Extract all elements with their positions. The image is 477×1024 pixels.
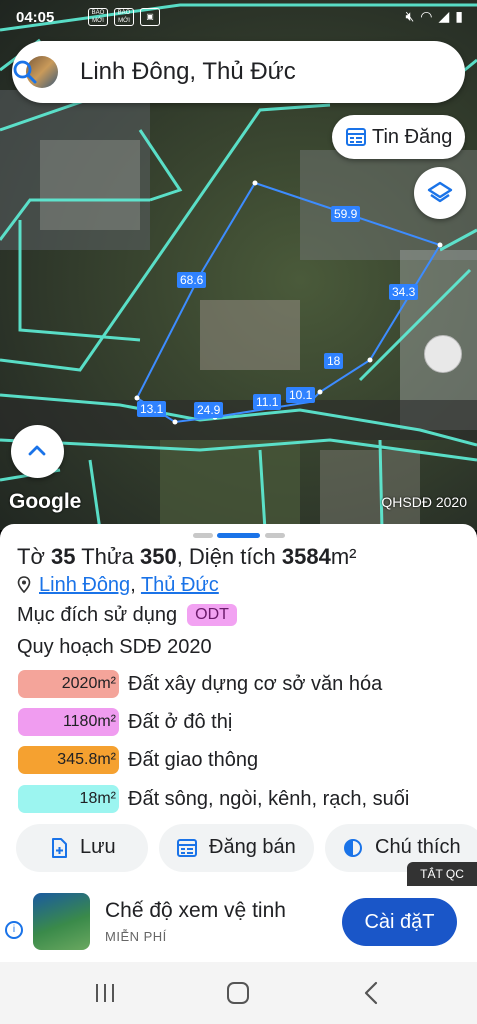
save-label: Lưu bbox=[80, 836, 116, 858]
status-time: 04:05 bbox=[16, 9, 55, 26]
close-ad-button[interactable]: TẮT QC bbox=[407, 862, 477, 886]
system-nav-bar bbox=[0, 962, 477, 1024]
dimension-label: 34.3 bbox=[389, 284, 419, 300]
image-icon: ▣ bbox=[140, 8, 160, 26]
tin-dang-button[interactable]: Tin Đăng bbox=[332, 115, 465, 159]
signal-icon: ◢ bbox=[438, 8, 450, 24]
district-link[interactable]: Thủ Đức bbox=[141, 574, 219, 596]
ad-price: MIỄN PHÍ bbox=[105, 929, 167, 944]
map-layer-name: QHSDĐ 2020 bbox=[381, 494, 467, 510]
sheet-handle-active[interactable] bbox=[217, 533, 260, 538]
save-file-icon bbox=[52, 838, 67, 858]
satellite-map[interactable]: 59.9 68.6 34.3 18 10.1 11.1 24.9 13.1 04… bbox=[0, 0, 477, 530]
post-sale-button[interactable]: Đăng bán bbox=[159, 824, 314, 872]
back-icon[interactable] bbox=[357, 980, 387, 1006]
zone-description: Đất giao thông bbox=[128, 749, 259, 771]
dimension-label: 59.9 bbox=[331, 206, 361, 222]
zone-description: Đất ở đô thị bbox=[128, 711, 233, 733]
google-logo: Google bbox=[9, 490, 82, 513]
battery-icon: ▮ bbox=[455, 8, 463, 24]
home-icon[interactable] bbox=[223, 980, 253, 1006]
zone-description: Đất xây dựng cơ sở văn hóa bbox=[128, 673, 383, 695]
land-use-code-badge: ODT bbox=[187, 604, 237, 626]
zone-description: Đất sông, ngòi, kênh, rạch, suối bbox=[128, 788, 410, 810]
ward-link[interactable]: Linh Đông bbox=[39, 574, 130, 596]
search-icon[interactable] bbox=[12, 59, 38, 85]
ad-info-icon[interactable]: i bbox=[5, 921, 23, 939]
save-button[interactable]: Lưu bbox=[16, 824, 148, 872]
zone-area-chip: 1180m² bbox=[18, 708, 119, 736]
install-button[interactable]: Cài đặT bbox=[342, 898, 457, 946]
map-drag-handle[interactable] bbox=[424, 335, 462, 373]
ad-app-name[interactable]: Chế độ xem vệ tinh bbox=[105, 899, 286, 923]
listing-icon bbox=[346, 128, 366, 146]
status-bar: 04:05 BÁO MỚI BÁO MỚI ▣ 🔇︎ ◠ ◢ ▮ bbox=[0, 0, 477, 36]
expand-up-button[interactable] bbox=[11, 425, 64, 478]
land-use-purpose: Mục đích sử dụng ODT bbox=[17, 604, 237, 627]
action-bar: Lưu Đăng bán Chú thích bbox=[0, 824, 477, 874]
post-sale-label: Đăng bán bbox=[209, 836, 296, 858]
dimension-label: 68.6 bbox=[177, 272, 207, 288]
zone-area-chip: 18m² bbox=[18, 785, 119, 813]
wifi-icon: ◠ bbox=[420, 8, 433, 24]
mute-icon: 🔇︎ bbox=[405, 8, 415, 24]
dimension-label: 10.1 bbox=[286, 387, 316, 403]
plan-title: Quy hoạch SDĐ 2020 bbox=[17, 636, 212, 658]
search-location-title[interactable]: Linh Đông, Thủ Đức bbox=[80, 58, 296, 86]
search-bar[interactable]: Linh Đông, Thủ Đức bbox=[12, 41, 465, 103]
bao-moi-icon: BÁO MỚI bbox=[114, 8, 134, 26]
tin-dang-label: Tin Đăng bbox=[372, 126, 453, 148]
dimension-label: 24.9 bbox=[194, 402, 224, 418]
ad-banner[interactable]: i Chế độ xem vệ tinh MIỄN PHÍ Cài đặT bbox=[0, 886, 477, 962]
dimension-label: 11.1 bbox=[253, 394, 282, 410]
app-thumbnail[interactable] bbox=[33, 893, 90, 950]
layers-button[interactable] bbox=[414, 167, 466, 219]
location-pin-icon bbox=[17, 576, 31, 593]
zone-area-chip: 345.8m² bbox=[18, 746, 119, 774]
contrast-icon bbox=[344, 839, 362, 857]
parcel-title: Tờ 35 Thửa 350, Diện tích 3584m² bbox=[17, 544, 357, 569]
zone-area-chip: 2020m² bbox=[18, 670, 119, 698]
parcel-info-sheet: Tờ 35 Thửa 350, Diện tích 3584m² Linh Đô… bbox=[0, 524, 477, 886]
dimension-label: 13.1 bbox=[137, 401, 167, 417]
chevron-up-icon bbox=[28, 445, 46, 456]
sheet-handle[interactable] bbox=[193, 533, 213, 538]
layers-icon bbox=[427, 181, 453, 203]
legend-label: Chú thích bbox=[375, 836, 461, 858]
sheet-handle[interactable] bbox=[265, 533, 285, 538]
dimension-label: 18 bbox=[324, 353, 344, 369]
bao-moi-icon: BÁO MỚI bbox=[88, 8, 108, 26]
parcel-location: Linh Đông, Thủ Đức bbox=[17, 574, 219, 597]
listing-icon bbox=[177, 839, 197, 857]
recent-apps-icon[interactable] bbox=[90, 980, 120, 1006]
